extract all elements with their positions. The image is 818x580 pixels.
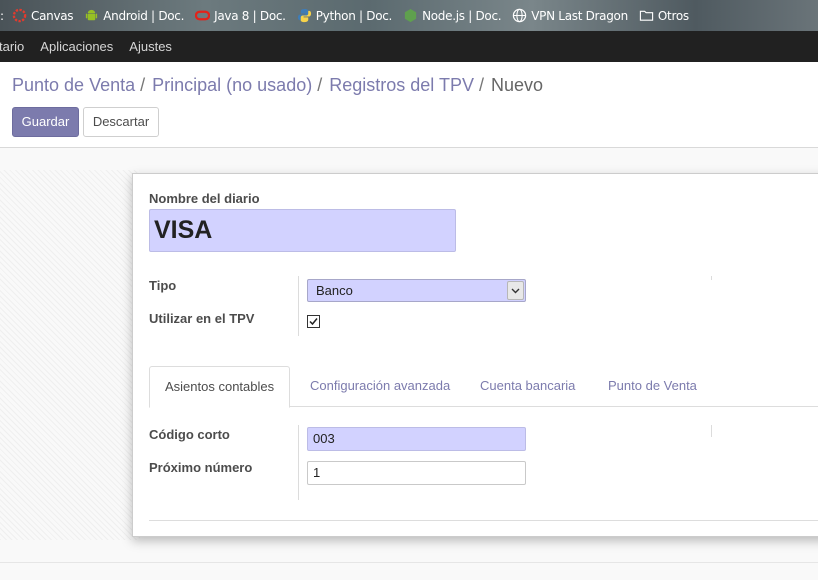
bookmark-nodejs[interactable]: Node.js | Doc. (399, 4, 508, 28)
journal-name-label: Nombre del diario (149, 191, 260, 206)
tab-configuracion-avanzada[interactable]: Configuración avanzada (310, 366, 450, 407)
journal-name-input[interactable]: VISA (149, 209, 456, 252)
bookmark-java[interactable]: Java 8 | Doc. (191, 4, 293, 28)
bookmark-label: Otros (657, 8, 689, 23)
breadcrumb-current: Nuevo (490, 75, 544, 95)
nav-item-inventario[interactable]: tario (0, 39, 24, 54)
use-in-pos-checkbox[interactable] (307, 315, 320, 328)
android-icon (86, 9, 98, 21)
bookmark-vpn[interactable]: VPN Last Dragon (508, 4, 635, 28)
breadcrumb-separator: / (317, 75, 323, 95)
next-number-input[interactable]: 1 (307, 461, 526, 485)
bookmark-android[interactable]: Android | Doc. (80, 4, 191, 28)
bookmark-canvas[interactable]: Canvas (8, 4, 80, 28)
bookmark-label: Java 8 | Doc. (214, 8, 286, 23)
main-navbar: tario Aplicaciones Ajustes (0, 31, 818, 62)
chevron-down-icon (511, 288, 520, 294)
bookmark-label: Android | Doc. (103, 8, 185, 23)
bookmark-overflow-indicator: : (0, 8, 5, 23)
tab-punto-de-venta[interactable]: Punto de Venta (608, 366, 697, 407)
field-divider (711, 425, 712, 437)
nodejs-icon (404, 8, 417, 23)
bookmark-label: Python | Doc. (315, 8, 393, 23)
breadcrumb-link-principal[interactable]: Principal (no usado) (152, 75, 312, 96)
bookmark-other-folder[interactable]: Otros (635, 4, 696, 28)
short-code-input[interactable]: 003 (307, 427, 526, 451)
breadcrumb-separator: / (140, 75, 146, 95)
form-view: Nombre del diario VISA Tipo Banco Utiliz… (0, 148, 818, 580)
tab-content-divider (149, 520, 818, 521)
bookmark-python[interactable]: Python | Doc. (293, 4, 399, 28)
select-arrow (507, 281, 524, 300)
checkmark-icon (309, 318, 318, 326)
tab-asientos-contables[interactable]: Asientos contables (149, 366, 291, 408)
field-divider (298, 425, 299, 500)
nav-item-ajustes[interactable]: Ajustes (129, 39, 172, 54)
content-divider (0, 562, 818, 563)
notebook-tabs: Asientos contables Configuración avanzad… (149, 366, 818, 408)
bookmark-label: VPN Last Dragon (531, 8, 628, 23)
type-select[interactable]: Banco (307, 279, 526, 302)
type-label: Tipo (149, 278, 177, 293)
use-in-pos-label: Utilizar en el TPV (149, 311, 255, 326)
bookmark-label: Node.js | Doc. (422, 8, 502, 23)
bookmark-label: Canvas (31, 8, 74, 23)
canvas-icon (12, 8, 27, 23)
breadcrumb-link-punto-de-venta[interactable]: Punto de Venta (12, 75, 135, 96)
save-button[interactable]: Guardar (12, 107, 79, 137)
breadcrumb-link-registros-tpv[interactable]: Registros del TPV (329, 75, 474, 96)
discard-button[interactable]: Descartar (83, 107, 159, 137)
breadcrumb: Punto de Venta / Principal (no usado) / … (12, 75, 543, 96)
type-select-value: Banco (316, 283, 353, 298)
field-divider (711, 276, 712, 280)
nav-item-aplicaciones[interactable]: Aplicaciones (40, 39, 113, 54)
next-number-label: Próximo número (149, 460, 253, 475)
form-sheet: Nombre del diario VISA Tipo Banco Utiliz… (132, 173, 818, 537)
python-icon (297, 8, 311, 23)
oracle-icon (195, 10, 211, 21)
globe-icon (513, 8, 527, 23)
short-code-label: Código corto (149, 427, 230, 442)
folder-icon (639, 10, 654, 21)
bookmarks-bar: : Canvas Android | Doc. Java 8 | Doc. Py… (0, 0, 818, 31)
background-pattern (0, 170, 140, 540)
breadcrumb-separator: / (478, 75, 484, 95)
control-panel: Punto de Venta / Principal (no usado) / … (0, 62, 818, 148)
tab-cuenta-bancaria[interactable]: Cuenta bancaria (480, 366, 575, 407)
field-divider (298, 276, 299, 336)
